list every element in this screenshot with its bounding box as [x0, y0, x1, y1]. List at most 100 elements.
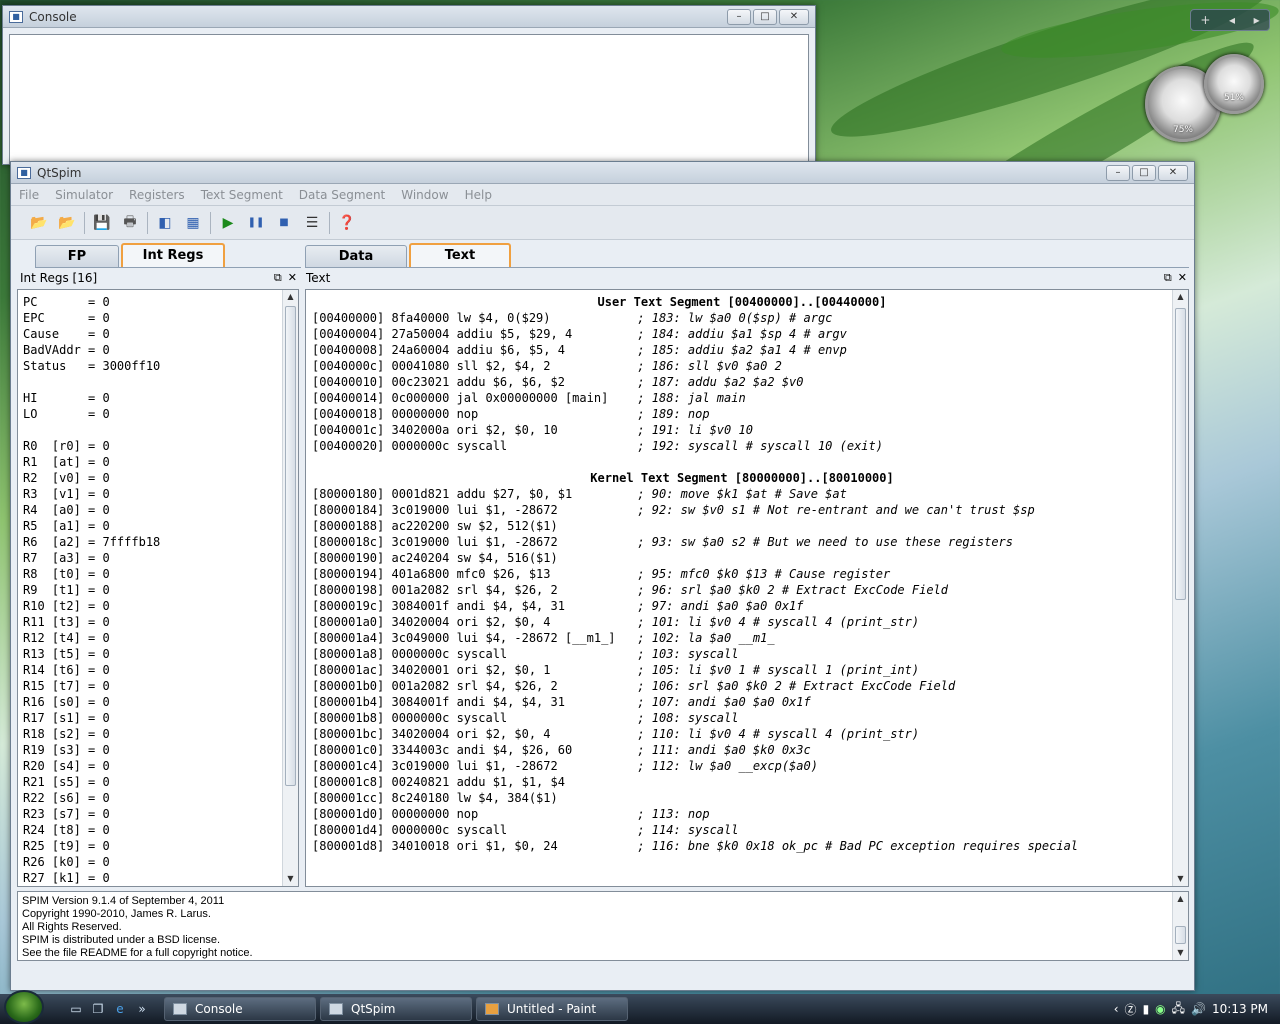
instruction-row[interactable]: [8000019c] 3084001f andi $4, $4, 31 ; 97: a… [312, 598, 1172, 614]
console-titlebar[interactable]: ■ Console – □ ✕ [3, 6, 815, 28]
text-segment-pane[interactable]: User Text Segment [00400000]..[00440000]… [305, 289, 1189, 887]
instruction-row[interactable]: [80000190] ac240204 sw $4, 516($1) [312, 550, 1172, 566]
instruction-row[interactable]: [0040001c] 3402000a ori $2, $0, 10 ; 191: l… [312, 422, 1172, 438]
tab-text[interactable]: Text [409, 243, 511, 267]
taskbar-button-console[interactable]: Console [164, 997, 316, 1021]
scroll-up-icon[interactable]: ▲ [1173, 892, 1188, 906]
instruction-row[interactable]: [80000180] 0001d821 addu $27, $0, $1 ; 90: … [312, 486, 1172, 502]
instruction-row[interactable]: [80000198] 001a2082 srl $4, $26, 2 ; 96: sr… [312, 582, 1172, 598]
reload-file-icon[interactable]: 📂 [53, 209, 81, 237]
scroll-up-icon[interactable]: ▲ [1173, 290, 1188, 304]
stop-icon[interactable]: ■ [270, 209, 298, 237]
instruction-row[interactable]: [0040000c] 00041080 sll $2, $4, 2 ; 186: sl… [312, 358, 1172, 374]
instruction-row[interactable]: [800001a0] 34020004 ori $2, $0, 4 ; 101: li… [312, 614, 1172, 630]
instruction-row[interactable]: [00400020] 0000000c syscall ; 192: syscall … [312, 438, 1172, 454]
open-file-icon[interactable]: 📂 [25, 209, 53, 237]
instruction-row[interactable]: [800001bc] 34020004 ori $2, $0, 4 ; 110: li… [312, 726, 1172, 742]
menu-simulator[interactable]: Simulator [47, 188, 121, 202]
float-icon[interactable]: ⧉ [1164, 271, 1172, 285]
minimize-button[interactable]: – [1106, 164, 1130, 181]
tray-app-icon[interactable]: ◉ [1155, 1002, 1165, 1016]
instruction-row[interactable]: [800001b8] 0000000c syscall ; 108: syscall [312, 710, 1172, 726]
start-button[interactable] [4, 990, 44, 1024]
instruction-row[interactable]: [800001a8] 0000000c syscall ; 103: syscall [312, 646, 1172, 662]
tab-int-regs[interactable]: Int Regs [16] [121, 243, 225, 284]
menu-help[interactable]: Help [457, 188, 500, 202]
close-button[interactable]: ✕ [1158, 164, 1188, 181]
instruction-row[interactable]: [800001a4] 3c049000 lui $4, -28672 [__m1_]… [312, 630, 1172, 646]
volume-icon[interactable]: 🔊 [1191, 1002, 1206, 1016]
next-page-icon[interactable]: ▸ [1254, 13, 1260, 27]
instruction-row[interactable]: [80000188] ac220200 sw $2, 512($1) [312, 518, 1172, 534]
show-hidden-icons[interactable]: ‹ [1114, 1002, 1119, 1016]
internet-explorer-icon[interactable]: e [112, 1001, 128, 1017]
registers-scrollbar[interactable]: ▲ ▼ [282, 290, 298, 886]
instruction-row[interactable]: [00400010] 00c23021 addu $6, $6, $2 ; 187: … [312, 374, 1172, 390]
clear-registers-icon[interactable]: ◧ [151, 209, 179, 237]
network-signal-icon[interactable]: ▮ [1143, 1002, 1150, 1016]
menu-registers[interactable]: Registers [121, 188, 193, 202]
tab-data[interactable]: Data [305, 245, 407, 267]
instruction-row[interactable]: [800001d4] 0000000c syscall ; 114: syscall [312, 822, 1172, 838]
scroll-thumb[interactable] [1175, 926, 1186, 944]
float-icon[interactable]: ⧉ [274, 271, 282, 285]
menu-file[interactable]: File [11, 188, 47, 202]
instruction-row[interactable]: [800001c0] 3344003c andi $4, $26, 60 ; 111:… [312, 742, 1172, 758]
scroll-down-icon[interactable]: ▼ [1173, 872, 1188, 886]
instruction-row[interactable]: [800001cc] 8c240180 lw $4, 384($1) [312, 790, 1172, 806]
instruction-row[interactable]: [00400000] 8fa40000 lw $4, 0($29) ; 183: lw… [312, 310, 1172, 326]
instruction-row[interactable]: [800001d8] 34010018 ori $1, $0, 24 ; 116: b… [312, 838, 1172, 854]
text-scrollbar[interactable]: ▲ ▼ [1172, 290, 1188, 886]
maximize-button[interactable]: □ [753, 8, 777, 25]
menu-data-segment[interactable]: Data Segment [291, 188, 393, 202]
pause-icon[interactable]: ❚❚ [242, 209, 270, 237]
instruction-row[interactable]: [800001ac] 34020001 ori $2, $0, 1 ; 105: li… [312, 662, 1172, 678]
maximize-button[interactable]: □ [1132, 164, 1156, 181]
close-button[interactable]: ✕ [779, 8, 809, 25]
save-icon[interactable]: 💾 [88, 209, 116, 237]
instruction-row[interactable]: [800001b4] 3084001f andi $4, $4, 31 ; 107: … [312, 694, 1172, 710]
menu-text-segment[interactable]: Text Segment [193, 188, 291, 202]
menu-window[interactable]: Window [393, 188, 456, 202]
qtspim-titlebar[interactable]: ■ QtSpim – □ ✕ [11, 162, 1194, 184]
tab-fp-regs[interactable]: FP Regs [35, 245, 119, 285]
switch-windows-icon[interactable]: ❐ [90, 1001, 106, 1017]
show-desktop-icon[interactable]: ▭ [68, 1001, 84, 1017]
instruction-row[interactable]: [8000018c] 3c019000 lui $1, -28672 ; 93: sw… [312, 534, 1172, 550]
tray-app-icon[interactable]: Ⓩ [1125, 1001, 1137, 1018]
scroll-down-icon[interactable]: ▼ [1173, 946, 1188, 960]
reinitialize-icon[interactable]: ▦ [179, 209, 207, 237]
instruction-row[interactable]: [80000184] 3c019000 lui $1, -28672 ; 92: sw… [312, 502, 1172, 518]
segment-header[interactable]: User Text Segment [00400000]..[00440000] [312, 294, 1172, 310]
help-icon[interactable]: ❓ [333, 209, 361, 237]
prev-page-icon[interactable]: ◂ [1229, 13, 1235, 27]
scroll-up-icon[interactable]: ▲ [283, 290, 298, 304]
run-icon[interactable]: ▶ [214, 209, 242, 237]
instruction-row[interactable]: [00400008] 24a60004 addiu $6, $5, 4 ; 185: … [312, 342, 1172, 358]
network-icon[interactable]: 🖧 [1172, 999, 1185, 1020]
instruction-row[interactable]: [800001c8] 00240821 addu $1, $1, $4 [312, 774, 1172, 790]
segment-header[interactable]: Kernel Text Segment [80000000]..[8001000… [312, 470, 1172, 486]
instruction-row[interactable]: [00400014] 0c000000 jal 0x00000000 [main];… [312, 390, 1172, 406]
taskbar-button-qtspim[interactable]: QtSpim [320, 997, 472, 1021]
taskbar-button-paint[interactable]: Untitled - Paint [476, 997, 628, 1021]
messages-scrollbar[interactable]: ▲ ▼ [1172, 892, 1188, 960]
print-icon[interactable]: 🖶 [116, 209, 144, 237]
scroll-down-icon[interactable]: ▼ [283, 872, 298, 886]
instruction-row[interactable]: [00400004] 27a50004 addiu $5, $29, 4 ; 184:… [312, 326, 1172, 342]
console-output-area[interactable] [9, 34, 809, 164]
close-icon[interactable]: ✕ [288, 271, 297, 285]
instruction-row[interactable]: [00400018] 00000000 nop ; 189: nop [312, 406, 1172, 422]
scroll-thumb[interactable] [1175, 308, 1186, 600]
add-gadget-button[interactable]: + [1200, 13, 1210, 27]
quick-launch-chevron[interactable]: » [134, 1001, 150, 1017]
registers-pane[interactable]: PC = 0 EPC = 0 Cause = 0 BadVAddr = 0 Status… [17, 289, 299, 887]
instruction-row[interactable]: [800001c4] 3c019000 lui $1, -28672 ; 112: l… [312, 758, 1172, 774]
messages-pane[interactable]: SPIM Version 9.1.4 of September 4, 2011 C… [17, 891, 1189, 961]
instruction-row[interactable]: [800001d0] 00000000 nop ; 113: nop [312, 806, 1172, 822]
minimize-button[interactable]: – [727, 8, 751, 25]
instruction-row[interactable]: [80000194] 401a6800 mfc0 $26, $13 ; 95: mfc… [312, 566, 1172, 582]
single-step-icon[interactable]: ☰ [298, 209, 326, 237]
clock[interactable]: 10:13 PM [1212, 1002, 1268, 1016]
scroll-thumb[interactable] [285, 306, 296, 786]
